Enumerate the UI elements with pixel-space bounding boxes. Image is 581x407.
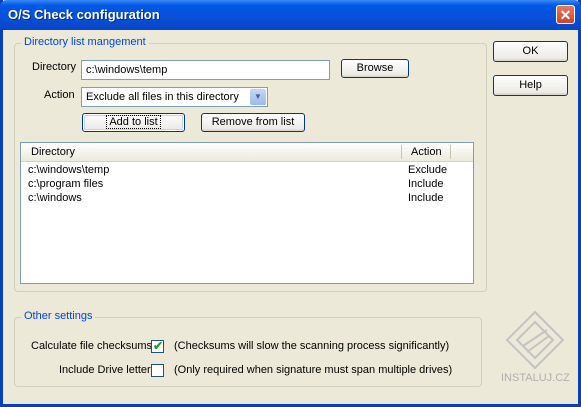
watermark-text: INSTALUJ.CZ <box>501 372 570 384</box>
checksums-note: (Checksums will slow the scanning proces… <box>174 340 450 352</box>
directory-label: Directory <box>32 61 77 73</box>
title-bar[interactable]: O/S Check configuration ✕ <box>0 0 581 30</box>
add-to-list-label: Add to list <box>106 115 161 129</box>
drive-letter-label: Include Drive letter <box>59 364 151 376</box>
browse-button[interactable]: Browse <box>341 59 409 78</box>
ok-button-label: OK <box>522 45 539 57</box>
column-header-directory[interactable]: Directory <box>31 146 75 158</box>
column-separator[interactable] <box>401 145 402 159</box>
checkmark-icon: ✔ <box>153 339 164 353</box>
action-select[interactable]: Exclude all files in this directory ▼ <box>81 87 268 107</box>
table-row[interactable]: c:\windows Include <box>21 192 473 206</box>
row-directory: c:\windows <box>28 192 82 204</box>
chevron-down-icon[interactable]: ▼ <box>250 89 266 105</box>
remove-from-list-label: Remove from list <box>211 116 295 128</box>
row-directory: c:\program files <box>28 178 104 190</box>
drive-letter-checkbox[interactable] <box>151 364 164 377</box>
drive-letter-note: (Only required when signature must span … <box>174 364 453 376</box>
row-action: Include <box>408 192 444 204</box>
directory-input[interactable] <box>81 60 330 80</box>
column-separator[interactable] <box>450 145 451 159</box>
help-button[interactable]: Help <box>493 75 568 96</box>
close-icon: ✕ <box>559 7 572 23</box>
checksums-checkbox[interactable]: ✔ <box>151 339 164 353</box>
action-label: Action <box>44 89 75 101</box>
row-action: Include <box>408 178 444 190</box>
close-button[interactable]: ✕ <box>556 5 575 24</box>
row-directory: c:\windows\temp <box>28 164 110 176</box>
instaluj-logo-icon <box>505 310 565 370</box>
other-settings-group: Other settings <box>14 310 482 387</box>
checksums-label: Calculate file checksums <box>31 340 153 352</box>
column-header-action[interactable]: Action <box>411 146 442 158</box>
dialog-window: O/S Check configuration ✕ Directory list… <box>0 0 581 407</box>
action-select-value: Exclude all files in this directory <box>86 91 239 103</box>
ok-button[interactable]: OK <box>493 41 568 62</box>
browse-button-label: Browse <box>356 62 394 74</box>
directory-list[interactable]: Directory Action c:\windows\temp Exclude… <box>20 142 474 284</box>
add-to-list-button[interactable]: Add to list <box>82 113 185 132</box>
table-row[interactable]: c:\windows\temp Exclude <box>21 164 473 178</box>
table-row[interactable]: c:\program files Include <box>21 178 473 192</box>
window-title: O/S Check configuration <box>8 7 160 22</box>
help-button-label: Help <box>519 79 542 91</box>
row-action: Exclude <box>408 164 448 176</box>
remove-from-list-button[interactable]: Remove from list <box>201 113 305 132</box>
watermark: INSTALUJ.CZ <box>497 308 573 390</box>
directory-group-legend: Directory list mangement <box>21 36 149 48</box>
list-header: Directory Action <box>21 143 473 162</box>
other-settings-legend: Other settings <box>21 310 96 322</box>
